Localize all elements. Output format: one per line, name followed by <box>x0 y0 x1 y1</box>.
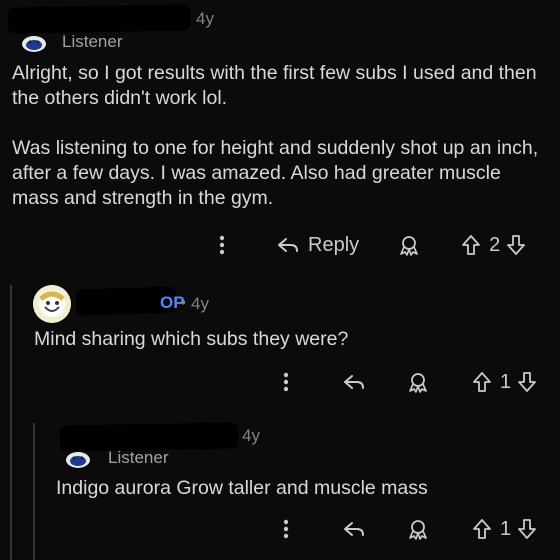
more-vertical-icon[interactable] <box>212 235 232 255</box>
upvote-arrow-icon[interactable] <box>461 234 481 256</box>
redacted-username <box>7 4 191 34</box>
downvote-arrow-icon[interactable] <box>517 371 537 393</box>
comment-age: 4y <box>242 426 260 445</box>
comment-age: 4y <box>191 294 209 313</box>
reply-arrow-icon[interactable] <box>342 519 366 539</box>
reply-button[interactable]: Reply <box>276 234 359 257</box>
comment-paragraph: Was listening to one for height and sudd… <box>12 137 539 209</box>
reply-arrow-icon <box>276 235 300 255</box>
reply-arrow-icon[interactable] <box>342 372 366 392</box>
comment-body: Indigo aurora Grow taller and muscle mas… <box>56 477 428 499</box>
award-icon[interactable] <box>397 233 421 257</box>
thread-line[interactable] <box>10 285 12 560</box>
comment-actions: 1 <box>276 368 537 396</box>
downvote-arrow-icon[interactable] <box>506 234 526 256</box>
comment-paragraph: Alright, so I got results with the first… <box>12 62 537 109</box>
user-flair: Listener <box>62 32 123 51</box>
award-icon[interactable] <box>406 370 430 394</box>
more-vertical-icon[interactable] <box>276 372 296 392</box>
upvote-arrow-icon[interactable] <box>472 371 492 393</box>
vote-count: 1 <box>500 370 512 393</box>
comment-body: Mind sharing which subs they were? <box>34 328 349 350</box>
separator-dot: • <box>180 293 186 312</box>
comment-actions: Reply 2 <box>212 230 526 260</box>
user-flair: Listener <box>108 448 169 467</box>
thread-line[interactable] <box>33 423 35 560</box>
upvote-arrow-icon[interactable] <box>472 518 492 540</box>
comment-actions: 1 <box>276 514 537 544</box>
more-vertical-icon[interactable] <box>276 519 296 539</box>
vote-count: 1 <box>500 517 512 540</box>
avatar[interactable] <box>33 285 71 323</box>
vote-count: 2 <box>489 233 501 256</box>
reply-label: Reply <box>308 233 360 256</box>
downvote-arrow-icon[interactable] <box>517 518 537 540</box>
comment-body: Alright, so I got results with the first… <box>12 61 552 211</box>
comment-age: 4y <box>196 9 214 28</box>
award-icon[interactable] <box>406 517 430 541</box>
